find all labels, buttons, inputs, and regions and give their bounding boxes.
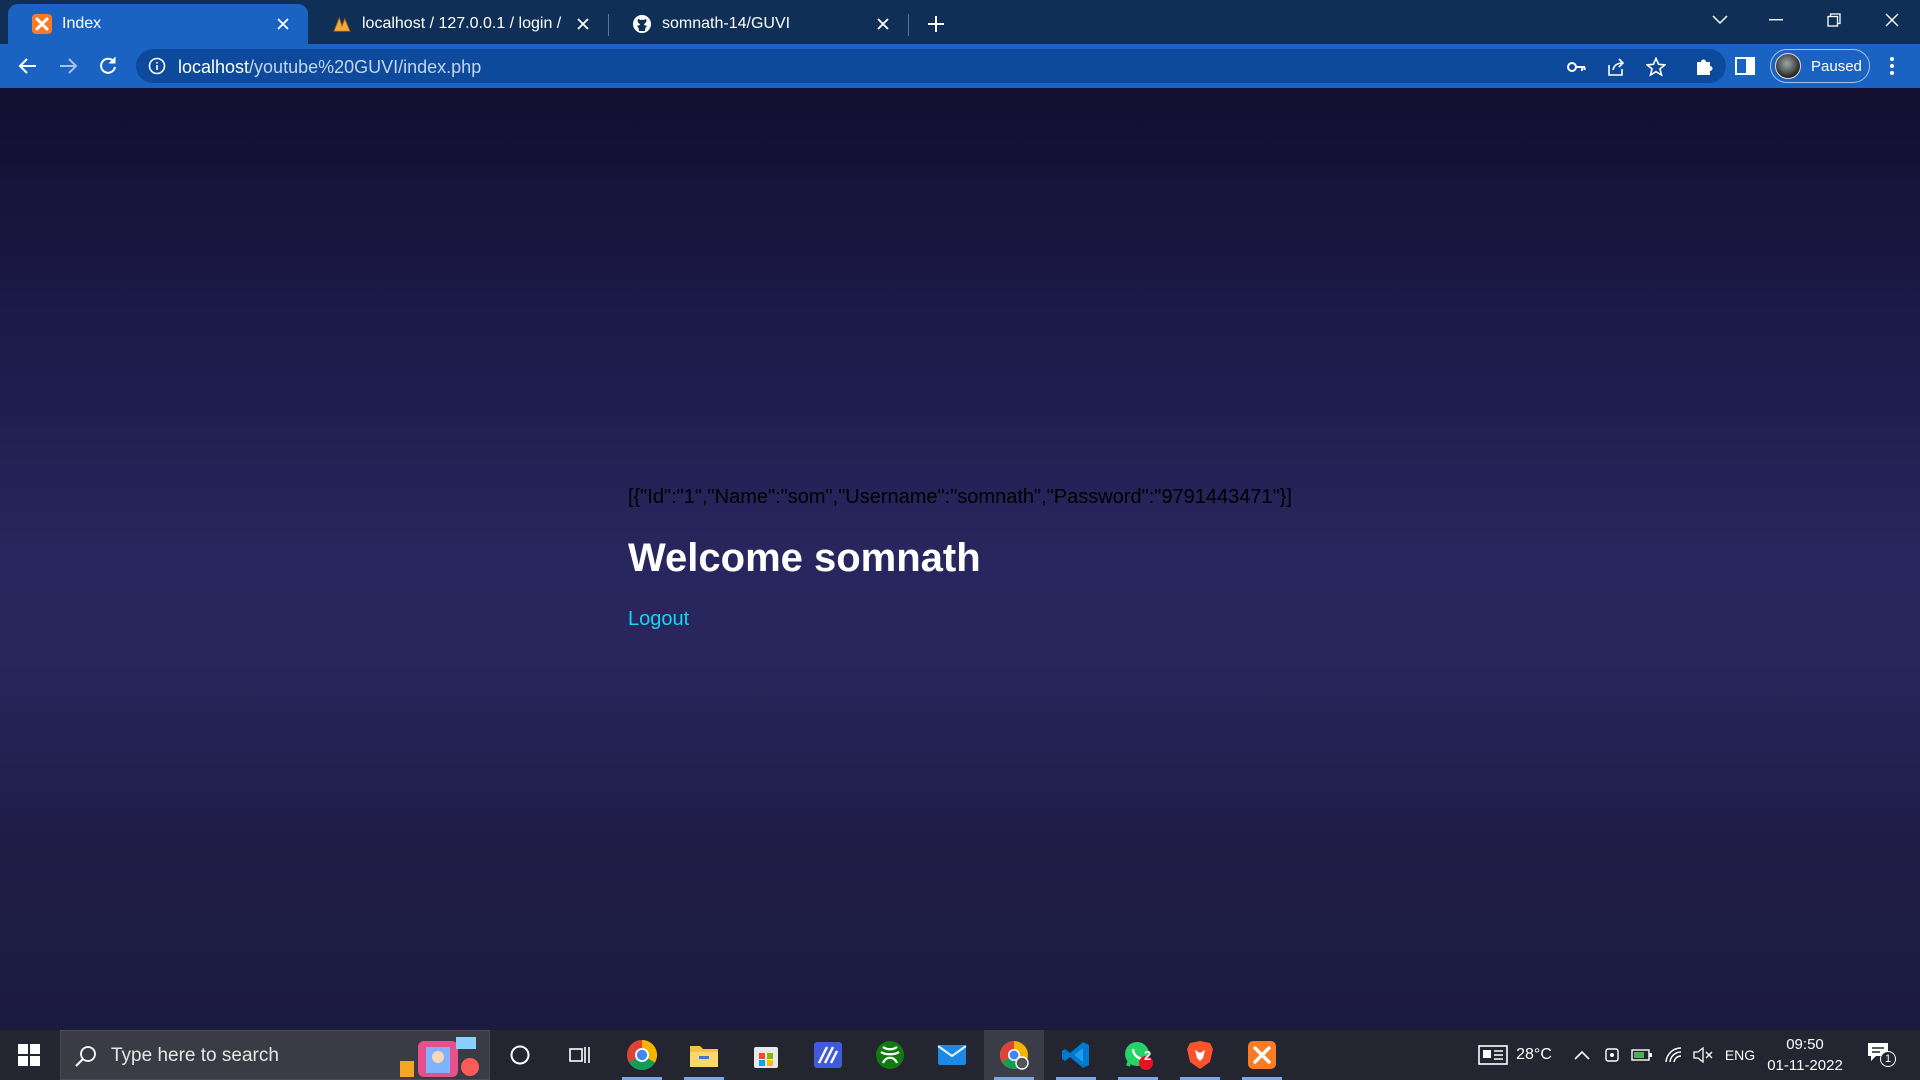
taskbar-editor[interactable] xyxy=(798,1030,858,1080)
start-button[interactable] xyxy=(0,1030,58,1080)
tab-title: somnath-14/GUVI xyxy=(662,15,791,32)
file-explorer-icon xyxy=(690,1046,718,1067)
chevron-up-icon xyxy=(1574,1050,1590,1060)
taskbar-chrome-profile[interactable] xyxy=(984,1030,1044,1080)
notification-center-button[interactable]: 1 xyxy=(1866,1041,1896,1069)
tab-title: Index xyxy=(62,15,102,32)
github-icon xyxy=(632,14,652,34)
show-hidden-icons-button[interactable] xyxy=(1570,1030,1594,1080)
close-icon[interactable] xyxy=(872,13,894,35)
tab-title: localhost / 127.0.0.1 / login / tabl xyxy=(362,15,564,32)
taskbar-brave[interactable] xyxy=(1170,1030,1230,1080)
browser-toolbar: localhost/youtube%20GUVI/index.php Pause… xyxy=(0,44,1920,88)
taskbar-xbox[interactable] xyxy=(860,1030,920,1080)
search-placeholder: Type here to search xyxy=(111,1045,279,1066)
avatar xyxy=(1775,53,1801,79)
tab-strip: Index localhost / 127.0.0.1 / login / ta… xyxy=(0,0,1920,44)
json-output: [{"Id":"1","Name":"som","Username":"somn… xyxy=(628,486,1292,508)
device-icon xyxy=(1605,1048,1619,1062)
weather-widget[interactable]: 28°C xyxy=(1460,1030,1570,1080)
taskbar: Type here to search 2 28°C ENG 09:50 01-… xyxy=(0,1030,1920,1080)
address-bar[interactable]: localhost/youtube%20GUVI/index.php xyxy=(136,49,1726,83)
tray-network[interactable] xyxy=(1660,1030,1688,1080)
cortana-button[interactable] xyxy=(490,1030,550,1080)
clock[interactable]: 09:50 01-11-2022 xyxy=(1760,1034,1850,1076)
cortana-icon xyxy=(510,1045,530,1065)
vscode-icon xyxy=(1062,1042,1089,1068)
site-info-icon[interactable] xyxy=(148,57,166,75)
close-icon[interactable] xyxy=(572,13,594,35)
restore-button[interactable] xyxy=(1806,0,1862,40)
xampp-icon xyxy=(32,14,52,34)
wifi-icon xyxy=(1665,1047,1682,1063)
microsoft-store-icon xyxy=(754,1047,778,1068)
reload-button[interactable] xyxy=(92,50,124,82)
taskbar-xampp[interactable] xyxy=(1232,1030,1292,1080)
forward-button[interactable] xyxy=(52,50,84,82)
tray-volume[interactable] xyxy=(1690,1030,1716,1080)
brave-icon xyxy=(1187,1041,1213,1069)
taskbar-whatsapp[interactable]: 2 xyxy=(1108,1030,1168,1080)
xbox-icon xyxy=(876,1041,904,1069)
back-button[interactable] xyxy=(12,50,44,82)
clock-date: 01-11-2022 xyxy=(1767,1057,1843,1074)
tab-index[interactable]: Index xyxy=(8,4,308,44)
taskbar-chrome[interactable] xyxy=(612,1030,672,1080)
phpmyadmin-icon xyxy=(332,14,352,34)
share-icon[interactable] xyxy=(1606,57,1626,77)
tab-search-button[interactable] xyxy=(1692,0,1748,40)
new-tab-button[interactable] xyxy=(920,8,952,40)
weather-temp: 28°C xyxy=(1516,1046,1552,1063)
bookmark-star-icon[interactable] xyxy=(1646,57,1666,77)
news-weather-icon xyxy=(1478,1045,1508,1065)
taskbar-mail[interactable] xyxy=(922,1030,982,1080)
taskbar-file-explorer[interactable] xyxy=(674,1030,734,1080)
close-icon[interactable] xyxy=(272,13,294,35)
windows-icon xyxy=(18,1044,40,1066)
battery-icon xyxy=(1631,1049,1652,1061)
profile-status: Paused xyxy=(1811,57,1862,75)
tab-separator xyxy=(908,14,909,36)
chrome-icon xyxy=(626,1040,658,1071)
editor-icon xyxy=(814,1042,842,1068)
tray-battery[interactable] xyxy=(1628,1030,1656,1080)
language-indicator[interactable]: ENG xyxy=(1720,1030,1760,1080)
more-menu-icon[interactable] xyxy=(1880,54,1904,78)
mail-icon xyxy=(937,1045,967,1065)
search-highlight-icon xyxy=(400,1037,479,1077)
taskbar-vscode[interactable] xyxy=(1046,1030,1106,1080)
tab-phpmyadmin[interactable]: localhost / 127.0.0.1 / login / tabl xyxy=(308,4,608,44)
page-viewport: [{"Id":"1","Name":"som","Username":"somn… xyxy=(0,88,1920,1030)
taskbar-store[interactable] xyxy=(736,1030,796,1080)
search-icon xyxy=(75,1046,96,1067)
chrome-profile-icon xyxy=(1000,1041,1029,1070)
whatsapp-badge: 2 xyxy=(1144,1048,1152,1063)
clock-time: 09:50 xyxy=(1786,1036,1824,1053)
xampp-icon xyxy=(1248,1041,1276,1069)
profile-button[interactable]: Paused xyxy=(1770,49,1870,83)
volume-muted-icon xyxy=(1693,1047,1713,1063)
tab-github[interactable]: somnath-14/GUVI xyxy=(608,4,908,44)
welcome-heading: Welcome somnath xyxy=(628,536,981,580)
key-icon[interactable] xyxy=(1566,57,1586,77)
extensions-icon[interactable] xyxy=(1694,55,1716,77)
url-host: localhost xyxy=(178,57,250,77)
logout-link[interactable]: Logout xyxy=(628,608,689,631)
minimize-button[interactable] xyxy=(1748,0,1804,40)
url-path: /youtube%20GUVI/index.php xyxy=(249,57,482,77)
url-text[interactable]: localhost/youtube%20GUVI/index.php xyxy=(178,57,481,78)
task-view-icon xyxy=(569,1047,590,1063)
taskbar-search[interactable]: Type here to search xyxy=(60,1030,490,1080)
notification-count: 1 xyxy=(1880,1051,1896,1067)
task-view-button[interactable] xyxy=(550,1030,610,1080)
close-window-button[interactable] xyxy=(1864,0,1920,40)
tray-meet[interactable] xyxy=(1600,1030,1624,1080)
language-label: ENG xyxy=(1724,1047,1756,1063)
side-panel-icon[interactable] xyxy=(1734,55,1756,77)
